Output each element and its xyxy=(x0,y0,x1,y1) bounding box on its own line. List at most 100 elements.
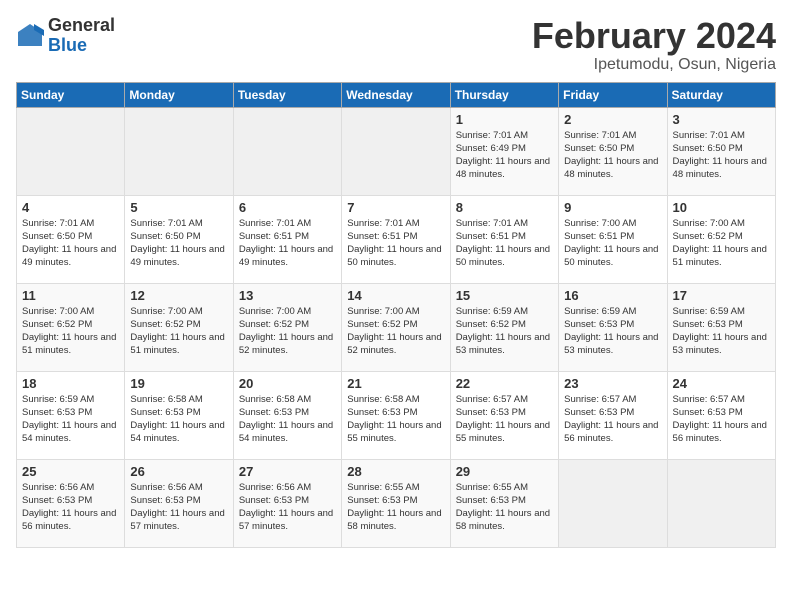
logo-text: General Blue xyxy=(48,16,115,56)
calendar-cell xyxy=(17,107,125,195)
day-number: 9 xyxy=(564,200,661,215)
calendar-cell: 7Sunrise: 7:01 AM Sunset: 6:51 PM Daylig… xyxy=(342,195,450,283)
col-wednesday: Wednesday xyxy=(342,82,450,107)
day-info: Sunrise: 6:56 AM Sunset: 6:53 PM Dayligh… xyxy=(130,481,227,534)
calendar-cell: 12 Sunrise: 7:00 AM Sunset: 6:52 PM Dayli… xyxy=(125,283,233,371)
calendar-cell: 26 Sunrise: 6:56 AM Sunset: 6:53 PM Dayli… xyxy=(125,459,233,547)
day-number: 13 xyxy=(239,288,336,303)
day-number: 16 xyxy=(564,288,661,303)
day-number: 27 xyxy=(239,464,336,479)
calendar-cell: 21 Sunrise: 6:58 AM Sunset: 6:53 PM Dayli… xyxy=(342,371,450,459)
day-number: 24 xyxy=(673,376,770,391)
calendar-title: February 2024 xyxy=(532,16,776,56)
calendar-cell: 2 Sunrise: 7:01 AM Sunset: 6:50 PM Daylig… xyxy=(559,107,667,195)
calendar-week-1: 1 Sunrise: 7:01 AM Sunset: 6:49 PM Daylig… xyxy=(17,107,776,195)
col-monday: Monday xyxy=(125,82,233,107)
logo-icon xyxy=(16,22,44,50)
calendar-cell: 3 Sunrise: 7:01 AM Sunset: 6:50 PM Daylig… xyxy=(667,107,775,195)
calendar-cell: 4 Sunrise: 7:01 AM Sunset: 6:50 PM Daylig… xyxy=(17,195,125,283)
day-number: 26 xyxy=(130,464,227,479)
calendar-table: Sunday Monday Tuesday Wednesday Thursday… xyxy=(16,82,776,548)
day-info: Sunrise: 6:57 AM Sunset: 6:53 PM Dayligh… xyxy=(673,393,770,446)
day-number: 20 xyxy=(239,376,336,391)
col-saturday: Saturday xyxy=(667,82,775,107)
day-info: Sunrise: 7:01 AM Sunset: 6:49 PM Dayligh… xyxy=(456,129,553,182)
day-number: 10 xyxy=(673,200,770,215)
day-info: Sunrise: 6:56 AM Sunset: 6:53 PM Dayligh… xyxy=(239,481,336,534)
day-number: 18 xyxy=(22,376,119,391)
calendar-cell: 22Sunrise: 6:57 AM Sunset: 6:53 PM Dayli… xyxy=(450,371,558,459)
title-area: February 2024 Ipetumodu, Osun, Nigeria xyxy=(532,16,776,74)
day-info: Sunrise: 7:01 AM Sunset: 6:51 PM Dayligh… xyxy=(456,217,553,270)
day-info: Sunrise: 6:59 AM Sunset: 6:53 PM Dayligh… xyxy=(22,393,119,446)
calendar-cell: 29Sunrise: 6:55 AM Sunset: 6:53 PM Dayli… xyxy=(450,459,558,547)
day-number: 3 xyxy=(673,112,770,127)
calendar-week-3: 11Sunrise: 7:00 AM Sunset: 6:52 PM Dayli… xyxy=(17,283,776,371)
calendar-cell: 17Sunrise: 6:59 AM Sunset: 6:53 PM Dayli… xyxy=(667,283,775,371)
day-info: Sunrise: 7:01 AM Sunset: 6:50 PM Dayligh… xyxy=(130,217,227,270)
calendar-cell: 23 Sunrise: 6:57 AM Sunset: 6:53 PM Dayli… xyxy=(559,371,667,459)
day-number: 21 xyxy=(347,376,444,391)
day-number: 12 xyxy=(130,288,227,303)
logo: General Blue xyxy=(16,16,115,56)
day-info: Sunrise: 7:00 AM Sunset: 6:52 PM Dayligh… xyxy=(239,305,336,358)
day-info: Sunrise: 7:00 AM Sunset: 6:52 PM Dayligh… xyxy=(22,305,119,358)
day-number: 5 xyxy=(130,200,227,215)
day-number: 15 xyxy=(456,288,553,303)
calendar-cell: 10Sunrise: 7:00 AM Sunset: 6:52 PM Dayli… xyxy=(667,195,775,283)
calendar-cell: 18 Sunrise: 6:59 AM Sunset: 6:53 PM Dayli… xyxy=(17,371,125,459)
day-info: Sunrise: 7:01 AM Sunset: 6:51 PM Dayligh… xyxy=(347,217,444,270)
day-number: 25 xyxy=(22,464,119,479)
day-number: 8 xyxy=(456,200,553,215)
day-info: Sunrise: 7:00 AM Sunset: 6:51 PM Dayligh… xyxy=(564,217,661,270)
calendar-cell: 15 Sunrise: 6:59 AM Sunset: 6:52 PM Dayli… xyxy=(450,283,558,371)
day-number: 19 xyxy=(130,376,227,391)
calendar-cell: 20Sunrise: 6:58 AM Sunset: 6:53 PM Dayli… xyxy=(233,371,341,459)
day-info: Sunrise: 7:00 AM Sunset: 6:52 PM Dayligh… xyxy=(347,305,444,358)
calendar-cell: 1 Sunrise: 7:01 AM Sunset: 6:49 PM Daylig… xyxy=(450,107,558,195)
day-number: 1 xyxy=(456,112,553,127)
day-info: Sunrise: 7:01 AM Sunset: 6:50 PM Dayligh… xyxy=(22,217,119,270)
day-number: 6 xyxy=(239,200,336,215)
day-number: 14 xyxy=(347,288,444,303)
day-info: Sunrise: 7:01 AM Sunset: 6:51 PM Dayligh… xyxy=(239,217,336,270)
calendar-cell: 8 Sunrise: 7:01 AM Sunset: 6:51 PM Daylig… xyxy=(450,195,558,283)
day-info: Sunrise: 7:01 AM Sunset: 6:50 PM Dayligh… xyxy=(564,129,661,182)
day-number: 28 xyxy=(347,464,444,479)
calendar-cell xyxy=(233,107,341,195)
col-thursday: Thursday xyxy=(450,82,558,107)
day-number: 17 xyxy=(673,288,770,303)
col-sunday: Sunday xyxy=(17,82,125,107)
header-row: Sunday Monday Tuesday Wednesday Thursday… xyxy=(17,82,776,107)
day-number: 23 xyxy=(564,376,661,391)
calendar-cell xyxy=(667,459,775,547)
day-info: Sunrise: 6:59 AM Sunset: 6:52 PM Dayligh… xyxy=(456,305,553,358)
calendar-cell: 28 Sunrise: 6:55 AM Sunset: 6:53 PM Dayli… xyxy=(342,459,450,547)
calendar-cell: 24 Sunrise: 6:57 AM Sunset: 6:53 PM Dayli… xyxy=(667,371,775,459)
day-info: Sunrise: 7:01 AM Sunset: 6:50 PM Dayligh… xyxy=(673,129,770,182)
day-info: Sunrise: 6:57 AM Sunset: 6:53 PM Dayligh… xyxy=(564,393,661,446)
calendar-cell: 5 Sunrise: 7:01 AM Sunset: 6:50 PM Daylig… xyxy=(125,195,233,283)
calendar-cell: 25Sunrise: 6:56 AM Sunset: 6:53 PM Dayli… xyxy=(17,459,125,547)
calendar-week-5: 25 Sunrise: 6:56 AM Sunset: 6:53 PM Dayli… xyxy=(17,459,776,547)
day-info: Sunrise: 6:58 AM Sunset: 6:53 PM Dayligh… xyxy=(130,393,227,446)
calendar-cell xyxy=(559,459,667,547)
col-tuesday: Tuesday xyxy=(233,82,341,107)
day-info: Sunrise: 6:59 AM Sunset: 6:53 PM Dayligh… xyxy=(564,305,661,358)
calendar-week-2: 4 Sunrise: 7:01 AM Sunset: 6:50 PM Daylig… xyxy=(17,195,776,283)
day-info: Sunrise: 6:55 AM Sunset: 6:53 PM Dayligh… xyxy=(456,481,553,534)
header: General Blue February 2024 Ipetumodu, Os… xyxy=(16,16,776,74)
day-number: 4 xyxy=(22,200,119,215)
calendar-cell xyxy=(342,107,450,195)
calendar-cell: 16 Sunrise: 6:59 AM Sunset: 6:53 PM Dayli… xyxy=(559,283,667,371)
calendar-subtitle: Ipetumodu, Osun, Nigeria xyxy=(532,56,776,74)
day-info: Sunrise: 6:58 AM Sunset: 6:53 PM Dayligh… xyxy=(347,393,444,446)
day-number: 22 xyxy=(456,376,553,391)
calendar-cell: 13 Sunrise: 7:00 AM Sunset: 6:52 PM Dayli… xyxy=(233,283,341,371)
calendar-cell: 6 Sunrise: 7:01 AM Sunset: 6:51 PM Daylig… xyxy=(233,195,341,283)
day-info: Sunrise: 7:00 AM Sunset: 6:52 PM Dayligh… xyxy=(130,305,227,358)
calendar-cell xyxy=(125,107,233,195)
calendar-cell: 14 Sunrise: 7:00 AM Sunset: 6:52 PM Dayli… xyxy=(342,283,450,371)
day-info: Sunrise: 6:55 AM Sunset: 6:53 PM Dayligh… xyxy=(347,481,444,534)
day-number: 2 xyxy=(564,112,661,127)
